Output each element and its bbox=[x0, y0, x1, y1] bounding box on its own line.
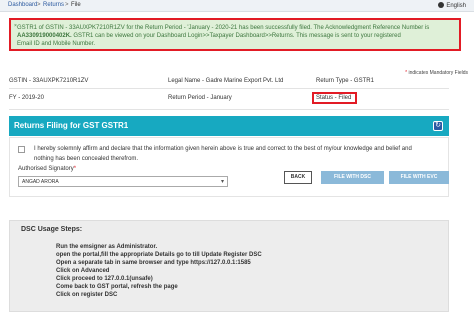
dsc-usage-title: DSC Usage Steps: bbox=[21, 226, 83, 233]
section-header: Returns Filing for GST GSTR1 ↻ bbox=[9, 116, 449, 136]
breadcrumb-separator: > bbox=[37, 2, 41, 8]
mandatory-note: * indicates Mandatory Fields bbox=[405, 70, 468, 76]
dsc-step: Run the emsigner as Administrator. bbox=[56, 244, 158, 250]
signatory-select[interactable]: ANGAD ARORA ▾ bbox=[18, 176, 228, 187]
declaration-checkbox[interactable] bbox=[18, 146, 25, 153]
dsc-usage-panel: DSC Usage Steps: Run the emsigner as Adm… bbox=[9, 220, 449, 312]
signatory-value: ANGAD ARORA bbox=[22, 179, 59, 185]
breadcrumb-file: File bbox=[71, 2, 81, 8]
dsc-steps-list: Run the emsigner as Administrator. open … bbox=[56, 243, 262, 299]
legal-name-label: Legal Name - Gadre Marine Export Pvt. Lt… bbox=[168, 78, 284, 84]
gstin-label: GSTIN - 33AUXPK7210R1ZV bbox=[9, 78, 89, 84]
dsc-step: Come back to GST portal, refresh the pag… bbox=[56, 284, 178, 290]
chevron-down-icon: ▾ bbox=[220, 179, 224, 185]
language-label: English bbox=[446, 3, 466, 9]
file-with-evc-button[interactable]: FILE WITH EVC bbox=[389, 171, 449, 184]
mandatory-text: indicates Mandatory Fields bbox=[407, 70, 469, 76]
success-alert: × GSTR1 of GSTIN - 33AUXPK7210R1ZV for t… bbox=[9, 18, 461, 51]
alert-line-2: AA330919000402K. GSTR1 can be viewed on … bbox=[17, 32, 453, 40]
back-button[interactable]: BACK bbox=[284, 171, 312, 184]
declaration-text: I hereby solemnly affirm and declare tha… bbox=[34, 144, 444, 164]
breadcrumb-dashboard[interactable]: Dashboard bbox=[8, 2, 37, 8]
breadcrumb-returns[interactable]: Returns bbox=[43, 2, 64, 8]
close-icon[interactable]: × bbox=[14, 23, 17, 29]
return-period-label: Return Period - January bbox=[168, 95, 232, 101]
info-divider bbox=[9, 88, 449, 89]
info-divider bbox=[9, 109, 449, 110]
dsc-step: open the portal,fill the appropriate Det… bbox=[56, 252, 262, 258]
status-badge: Status - Filed bbox=[312, 92, 357, 104]
alert-line-2-text: GSTR1 can be viewed on your Dashboard Lo… bbox=[71, 33, 401, 39]
dsc-step: Click on register DSC bbox=[56, 292, 118, 298]
required-star: * bbox=[73, 166, 77, 172]
alert-line-1: GSTR1 of GSTIN - 33AUXPK7210R1ZV for the… bbox=[17, 25, 430, 31]
language-selector[interactable]: English bbox=[438, 2, 466, 9]
file-with-dsc-button[interactable]: FILE WITH DSC bbox=[321, 171, 384, 184]
top-bar: Dashboard > Returns > File English bbox=[0, 0, 474, 12]
section-title: Returns Filing for GST GSTR1 bbox=[14, 121, 129, 130]
declaration-line-2: nothing has been concealed therefrom. bbox=[34, 156, 139, 162]
dsc-step: Click proceed to 127.0.0.1(unsafe) bbox=[56, 276, 153, 282]
auth-label-text: Authorised Signatory bbox=[18, 166, 74, 172]
declaration-line-1: I hereby solemnly affirm and declare tha… bbox=[34, 146, 412, 152]
dsc-step: Click on Advanced bbox=[56, 268, 110, 274]
globe-icon bbox=[438, 2, 445, 8]
dsc-step: Open a separate tab in same browser and … bbox=[56, 260, 251, 266]
alert-line-3: Email ID and Mobile Number. bbox=[17, 41, 96, 47]
fy-label: FY - 2019-20 bbox=[9, 95, 44, 101]
acknowledgment-number: AA330919000402K. bbox=[17, 33, 72, 39]
refresh-icon[interactable]: ↻ bbox=[433, 121, 443, 131]
return-type-label: Return Type - GSTR1 bbox=[316, 78, 374, 84]
authorised-signatory-label: Authorised Signatory* bbox=[18, 166, 76, 172]
breadcrumb-separator: > bbox=[65, 2, 69, 8]
